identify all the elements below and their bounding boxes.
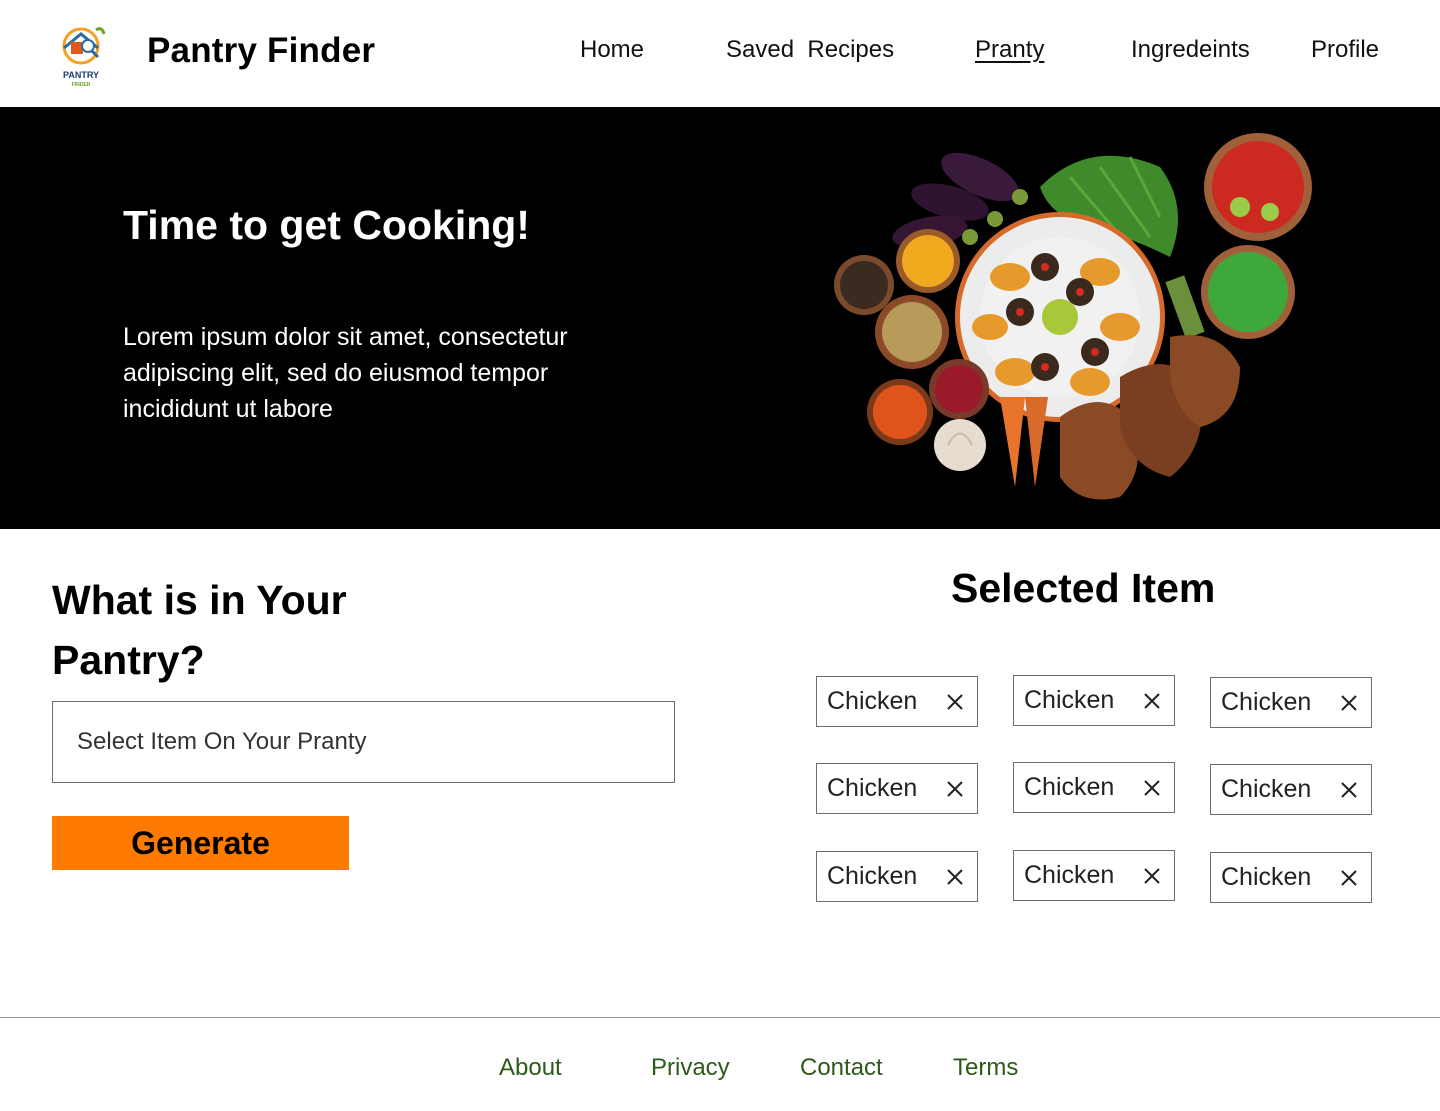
selected-item-chip: Chicken (816, 851, 978, 902)
close-icon[interactable] (945, 779, 965, 799)
nav-home[interactable]: Home (580, 36, 644, 64)
close-icon[interactable] (1339, 693, 1359, 713)
selected-item-chip: Chicken (1210, 852, 1372, 903)
chip-label: Chicken (1024, 686, 1115, 714)
close-icon[interactable] (1339, 868, 1359, 888)
selected-items-title: Selected Item (951, 565, 1216, 611)
food-spread-image (830, 127, 1320, 507)
footer-divider (0, 1017, 1440, 1018)
pantry-search-box[interactable] (52, 701, 675, 783)
nav-ingredients[interactable]: Ingredeints (1131, 36, 1250, 64)
nav-saved-recipes[interactable]: Saved Recipes (726, 36, 894, 64)
footer-link-terms[interactable]: Terms (953, 1054, 1018, 1082)
pantry-title: What is in Your Pantry? (52, 577, 347, 683)
footer-link-contact[interactable]: Contact (800, 1054, 883, 1082)
chip-label: Chicken (827, 774, 918, 802)
brand-title: Pantry Finder (147, 31, 376, 70)
generate-button[interactable]: Generate (52, 816, 349, 870)
close-icon[interactable] (1142, 691, 1162, 711)
footer-link-about[interactable]: About (499, 1054, 562, 1082)
selected-item-chip: Chicken (816, 676, 978, 727)
nav-pranty[interactable]: Pranty (975, 36, 1044, 64)
selected-item-chip: Chicken (1013, 675, 1175, 726)
close-icon[interactable] (1142, 866, 1162, 886)
close-icon[interactable] (945, 692, 965, 712)
chip-label: Chicken (1024, 861, 1115, 889)
chip-label: Chicken (1221, 775, 1312, 803)
close-icon[interactable] (945, 867, 965, 887)
hero-description: Lorem ipsum dolor sit amet, consectetur … (123, 323, 568, 423)
close-icon[interactable] (1339, 780, 1359, 800)
site-header: PANTRY FINDER Pantry Finder Home Saved R… (0, 0, 1440, 107)
selected-item-chip: Chicken (1210, 677, 1372, 728)
chip-label: Chicken (1024, 773, 1115, 801)
svg-text:FINDER: FINDER (72, 82, 91, 88)
pantry-finder-logo[interactable]: PANTRY FINDER (52, 22, 110, 88)
selected-item-chip: Chicken (1013, 850, 1175, 901)
footer-link-privacy[interactable]: Privacy (651, 1054, 730, 1082)
selected-item-chip: Chicken (816, 763, 978, 814)
hero-banner: Time to get Cooking! Lorem ipsum dolor s… (0, 107, 1440, 529)
svg-text:PANTRY: PANTRY (63, 70, 99, 80)
pantry-search-input[interactable] (77, 724, 647, 760)
hero-title: Time to get Cooking! (123, 202, 530, 248)
chip-label: Chicken (1221, 863, 1312, 891)
chip-label: Chicken (1221, 688, 1312, 716)
selected-item-chip: Chicken (1013, 762, 1175, 813)
close-icon[interactable] (1142, 778, 1162, 798)
selected-item-chip: Chicken (1210, 764, 1372, 815)
chip-label: Chicken (827, 687, 918, 715)
nav-profile[interactable]: Profile (1311, 36, 1379, 64)
chip-label: Chicken (827, 862, 918, 890)
